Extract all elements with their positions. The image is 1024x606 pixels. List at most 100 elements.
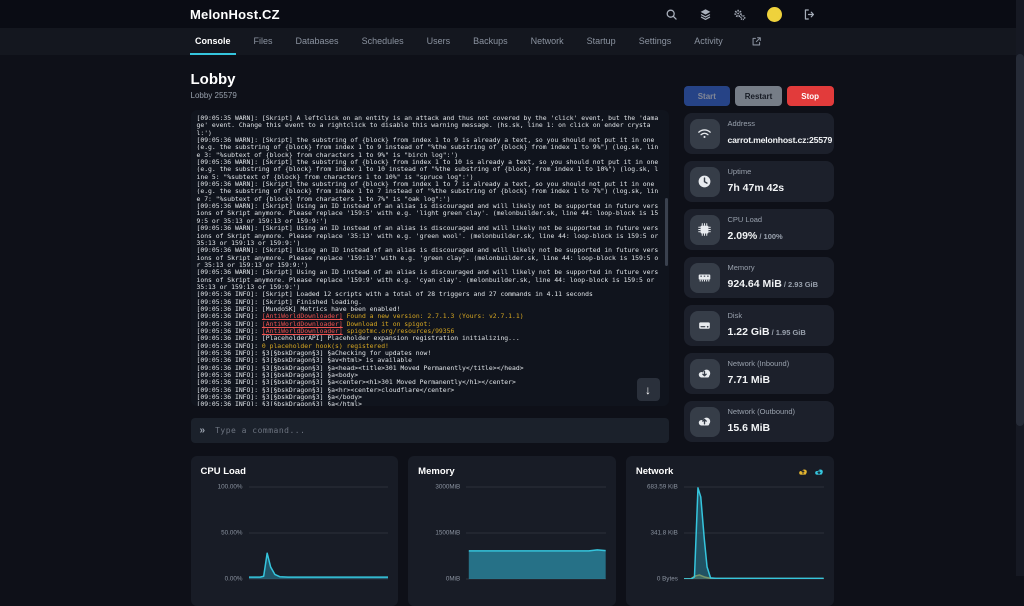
y-tick-label: 50.00% [201,530,243,537]
chart-head: Network [636,466,824,477]
memory-icon [690,263,720,293]
chart-title: Network [636,466,673,477]
charts-row: CPU Load 100.00% 50.00% 0.00% Memory 3000MiB 1… [191,456,834,606]
main-container: Lobby Lobby 25579 [09:05:35 WARN]: [Skri… [191,71,834,606]
tab-files[interactable]: Files [249,28,278,55]
cogs-icon[interactable] [733,8,746,21]
disk-icon [690,311,720,341]
cloud-upload-icon [798,467,808,477]
y-tick-label: 1500MiB [418,530,460,537]
stat-label: Network (Outbound) [728,407,796,416]
y-tick-label: 3000MiB [418,484,460,491]
stat-label: Disk [728,311,806,320]
command-prompt-icon: » [200,425,206,436]
console-panel[interactable]: [09:05:35 WARN]: [Skript] A leftclick on… [191,110,669,406]
stat-value-row: 1.22 GiB / 1.95 GiB [728,322,806,340]
stat-text: Disk 1.22 GiB / 1.95 GiB [728,311,806,340]
y-tick-label: 0MiB [418,576,460,583]
console-line: [09:05:36 INFO]: §3[§bskDragon§3] §a</ht… [197,401,661,406]
wifi-icon [690,119,720,149]
stat-text: Address carrot.melonhost.cz:25579 [728,119,828,148]
tab-users[interactable]: Users [422,28,456,55]
page-scrollbar-thumb[interactable] [1016,54,1024,426]
tab-network[interactable]: Network [526,28,569,55]
page-scrollbar[interactable] [1016,0,1024,576]
arrow-down-icon: ↓ [645,383,651,397]
console-line: [09:05:36 WARN]: [Skript] Using an ID in… [197,247,661,269]
stat-text: Network (Outbound)15.6 MiB [728,407,796,436]
stat-value-row: 2.09% / 100% [728,226,783,244]
console-line: [09:05:36 WARN]: [Skript] Using an ID in… [197,203,661,225]
stat-text: CPU Load 2.09% / 100% [728,215,783,244]
tab-settings[interactable]: Settings [634,28,677,55]
stop-button[interactable]: Stop [787,86,834,106]
tab-schedules[interactable]: Schedules [357,28,409,55]
chart-plot: 683.59 KiB341.8 KiB0 Bytes [636,487,824,579]
tab-databases[interactable]: Databases [291,28,344,55]
stat-text: Network (Inbound) 7.71 MiB [728,359,790,388]
layers-icon[interactable] [699,8,712,21]
external-link-icon[interactable] [751,36,762,47]
scroll-to-bottom-button[interactable]: ↓ [637,378,660,401]
search-icon[interactable] [665,8,678,21]
chart-network: Network 683.59 KiB 341.8 KiB 0 Bytes [626,456,834,606]
stat-value-row: carrot.melonhost.cz:25579 [728,130,828,148]
top-bar: MelonHost.CZ [0,0,1024,28]
logout-icon[interactable] [803,8,816,21]
stat-sub: / 1.95 GiB [770,328,806,337]
console-line: [09:05:36 WARN]: [Skript] the substring … [197,181,661,203]
tab-activity[interactable]: Activity [689,28,728,55]
stat-value: carrot.melonhost.cz:25579 [728,135,833,145]
y-tick-label: 0.00% [201,576,243,583]
stat-card-network-inbound: Network (Inbound) 7.71 MiB [684,353,834,394]
stat-text: Uptime7h 47m 42s [728,167,785,196]
cloud-upload-icon [690,407,720,437]
y-tick-label: 0 Bytes [636,576,678,583]
console-line: [09:05:36 WARN]: [Skript] the substring … [197,159,661,181]
stat-value: 2.09% [728,230,758,242]
start-button[interactable]: Start [684,86,731,106]
y-tick-label: 100.00% [201,484,243,491]
stat-card-uptime: Uptime7h 47m 42s [684,161,834,202]
y-tick-label: 341.8 KiB [636,530,678,537]
y-tick-label: 683.59 KiB [636,484,678,491]
chart-legend [798,467,824,477]
stat-value: 924.64 MiB [728,278,782,290]
console-log: [09:05:35 WARN]: [Skript] A leftclick on… [197,115,661,406]
avatar[interactable] [767,7,782,22]
stat-card-disk: Disk 1.22 GiB / 1.95 GiB [684,305,834,346]
console-line: [09:05:36 WARN]: [Skript] Using an ID in… [197,225,661,247]
chart-head: Memory [418,466,606,477]
nav-tabs: Console Files Databases Schedules Users Backu… [190,28,762,55]
chart-area [466,487,606,579]
cloud-download-icon [814,467,824,477]
stat-card-network-outbound: Network (Outbound)15.6 MiB [684,401,834,442]
console-line: [09:05:35 WARN]: [Skript] A leftclick on… [197,115,661,137]
tab-startup[interactable]: Startup [582,28,621,55]
stat-value-row: 924.64 MiB / 2.93 GiB [728,274,819,292]
clock-icon [690,167,720,197]
stat-value: 7.71 MiB [728,374,771,386]
stat-value: 7h 47m 42s [728,182,785,194]
side-column: Start Restart Stop Address carrot.melonho… [684,86,834,443]
stat-cards: Address carrot.melonhost.cz:25579 Uptime7h… [684,113,834,442]
chart-head: CPU Load [201,466,389,477]
stat-label: CPU Load [728,215,783,224]
tab-backups[interactable]: Backups [468,28,513,55]
cloud-download-icon [690,359,720,389]
restart-button[interactable]: Restart [735,86,782,106]
console-line: [09:05:36 WARN]: [Skript] Using an ID in… [197,269,661,291]
console-scrollbar-thumb[interactable] [665,198,668,266]
chart-title: Memory [418,466,454,477]
stat-card-memory: Memory 924.64 MiB / 2.93 GiB [684,257,834,298]
chart-memory: Memory 3000MiB 1500MiB 0MiB [408,456,616,606]
content-row: [09:05:35 WARN]: [Skript] A leftclick on… [191,110,834,443]
command-input[interactable] [213,425,659,436]
cpu-icon [690,215,720,245]
tab-console[interactable]: Console [190,28,236,55]
stat-label: Address [728,119,828,128]
chart-area [684,487,824,579]
stat-label: Network (Inbound) [728,359,790,368]
nav-bar: Console Files Databases Schedules Users Backu… [0,28,1024,55]
stat-label: Memory [728,263,819,272]
